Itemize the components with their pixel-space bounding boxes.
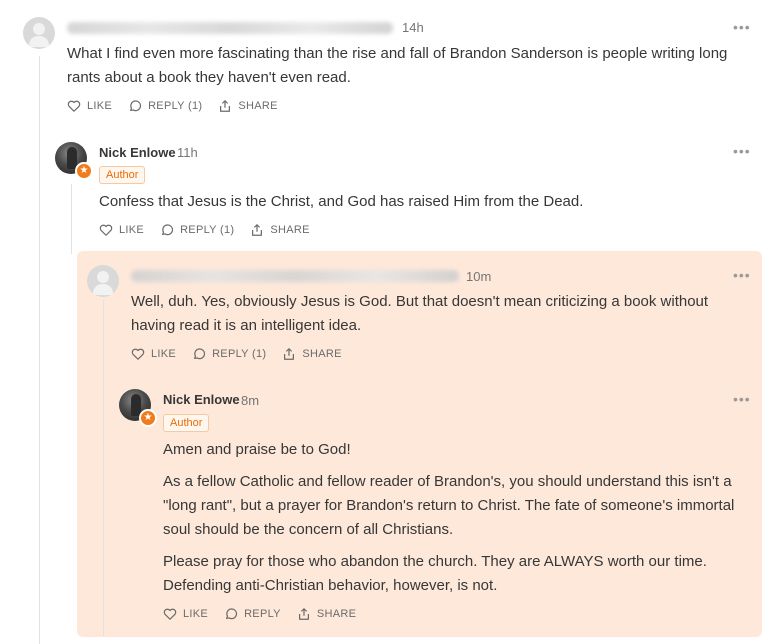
avatar[interactable]: ★ bbox=[55, 142, 93, 180]
comment-text: What I find even more fascinating than t… bbox=[67, 45, 728, 86]
comment-text: Amen and praise be to God! As a fellow C… bbox=[163, 438, 753, 598]
avatar[interactable] bbox=[87, 265, 119, 297]
comment-paragraph: Amen and praise be to God! bbox=[163, 441, 351, 458]
like-button[interactable]: LIKE bbox=[131, 347, 176, 361]
share-icon bbox=[220, 100, 231, 112]
comment-actions: LIKE REPLY (1) SHARE bbox=[131, 347, 342, 361]
like-button[interactable]: LIKE bbox=[99, 223, 144, 237]
share-icon bbox=[298, 608, 309, 620]
share-button[interactable]: SHARE bbox=[297, 607, 356, 621]
speech-bubble-icon bbox=[130, 100, 142, 112]
author-badge: Author bbox=[163, 414, 210, 432]
like-button[interactable]: LIKE bbox=[163, 607, 208, 621]
share-button[interactable]: SHARE bbox=[282, 347, 341, 361]
speech-bubble-icon bbox=[194, 348, 206, 360]
comment-actions: LIKE REPLY (1) SHARE bbox=[99, 223, 310, 237]
avatar[interactable] bbox=[23, 17, 55, 49]
comment-text: Well, duh. Yes, obviously Jesus is God. … bbox=[131, 293, 709, 334]
speech-bubble-icon bbox=[162, 224, 174, 236]
more-options-icon[interactable]: ••• bbox=[733, 268, 751, 282]
reply-button[interactable]: REPLY bbox=[224, 607, 281, 621]
comment-time: 11h bbox=[177, 145, 198, 160]
author-name-redacted bbox=[67, 22, 393, 34]
comment-text: Confess that Jesus is the Christ, and Go… bbox=[99, 193, 584, 210]
thread-line bbox=[103, 300, 104, 636]
share-button[interactable]: SHARE bbox=[250, 223, 309, 237]
comment-paragraph: As a fellow Catholic and fellow reader o… bbox=[163, 473, 735, 538]
comment-time: 10m bbox=[466, 269, 492, 284]
reply-button[interactable]: REPLY (1) bbox=[192, 347, 266, 361]
more-options-icon[interactable]: ••• bbox=[733, 144, 751, 158]
thread-line bbox=[71, 184, 72, 254]
reply-button[interactable]: REPLY (1) bbox=[128, 99, 202, 113]
share-icon bbox=[252, 224, 263, 236]
author-badge: Author bbox=[99, 166, 146, 184]
share-button[interactable]: SHARE bbox=[218, 99, 277, 113]
more-options-icon[interactable]: ••• bbox=[733, 392, 751, 406]
star-icon: ★ bbox=[139, 409, 157, 427]
more-options-icon[interactable]: ••• bbox=[733, 20, 751, 34]
like-button[interactable]: LIKE bbox=[67, 99, 112, 113]
heart-icon bbox=[131, 348, 145, 360]
heart-icon bbox=[99, 224, 113, 236]
comment-paragraph: Please pray for those who abandon the ch… bbox=[163, 553, 707, 594]
author-name[interactable]: Nick Enlowe bbox=[99, 145, 176, 160]
star-icon: ★ bbox=[75, 162, 93, 180]
reply-button[interactable]: REPLY (1) bbox=[160, 223, 234, 237]
thread-line bbox=[39, 56, 40, 644]
comment-actions: LIKE REPLY SHARE bbox=[163, 607, 356, 621]
comment-actions: LIKE REPLY (1) SHARE bbox=[67, 99, 278, 113]
share-icon bbox=[284, 348, 295, 360]
heart-icon bbox=[67, 100, 81, 112]
comment-time: 14h bbox=[402, 20, 424, 35]
comment-time: 8m bbox=[241, 393, 260, 408]
speech-bubble-icon bbox=[226, 608, 238, 620]
author-name-redacted bbox=[131, 270, 459, 282]
heart-icon bbox=[163, 608, 177, 620]
author-name[interactable]: Nick Enlowe bbox=[163, 392, 240, 407]
avatar[interactable]: ★ bbox=[119, 389, 157, 427]
